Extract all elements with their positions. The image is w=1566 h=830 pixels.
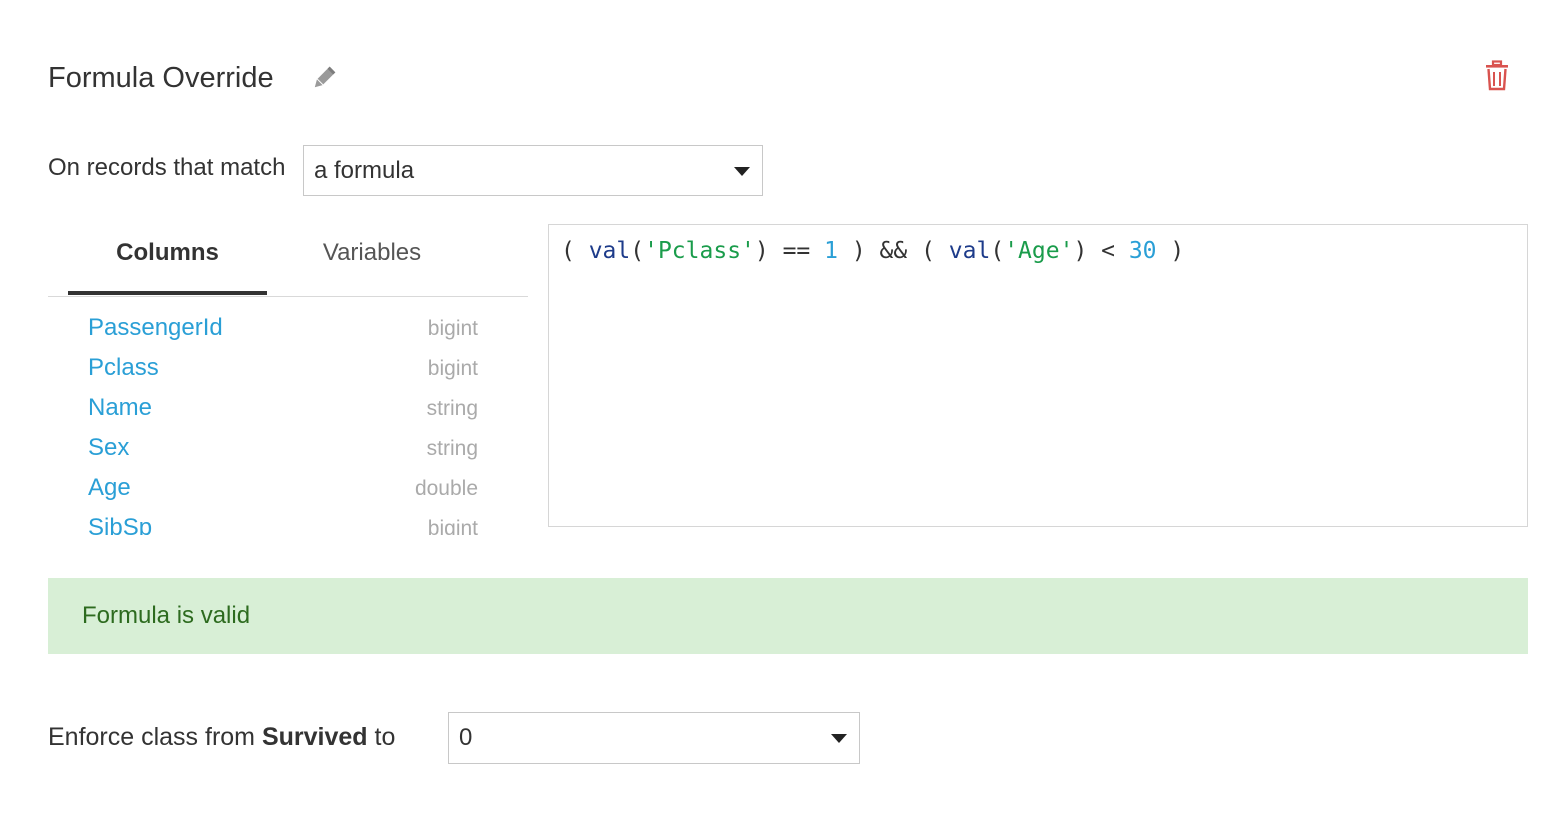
- enforce-column: Survived: [261, 723, 368, 751]
- code-token-num: 30: [1128, 238, 1157, 264]
- formula-override-panel: Formula Override On records that match a…: [0, 0, 1566, 830]
- code-token-num: 1: [824, 238, 838, 264]
- enforce-suffix: to: [367, 723, 396, 751]
- chevron-down-icon: [734, 166, 750, 176]
- page-title: Formula Override: [48, 62, 274, 94]
- enforce-label: Enforce class from Survived to: [48, 721, 395, 753]
- chevron-down-icon: [831, 734, 847, 743]
- column-type: string: [426, 437, 478, 460]
- list-item[interactable]: Pclass bigint: [48, 348, 528, 388]
- list-item[interactable]: Name string: [48, 388, 528, 428]
- formula-editor[interactable]: ( val('Pclass') == 1 ) && ( val('Age') <…: [548, 224, 1528, 527]
- trash-icon[interactable]: [1482, 60, 1512, 92]
- column-name[interactable]: Sex: [88, 432, 129, 464]
- enforce-class-select[interactable]: 0: [448, 712, 860, 764]
- column-name[interactable]: Pclass: [88, 352, 159, 384]
- list-item[interactable]: Sex string: [48, 428, 528, 468]
- column-list[interactable]: PassengerId bigint Pclass bigint Name st…: [48, 306, 528, 535]
- column-type: bigint: [427, 317, 478, 340]
- code-token-op: (: [561, 238, 589, 264]
- column-type: bigint: [427, 357, 478, 380]
- validation-banner: Formula is valid: [48, 578, 1528, 654]
- column-variable-tabs: Columns Variables: [48, 224, 528, 297]
- column-name[interactable]: PassengerId: [88, 312, 223, 344]
- formula-code[interactable]: ( val('Pclass') == 1 ) && ( val('Age') <…: [561, 235, 1184, 267]
- list-item[interactable]: SibSp bigint: [48, 508, 528, 535]
- validation-message: Formula is valid: [82, 602, 251, 629]
- code-token-op: (: [630, 238, 645, 264]
- column-name[interactable]: Age: [88, 472, 131, 504]
- pencil-icon[interactable]: [310, 64, 338, 92]
- column-type: bigint: [427, 517, 478, 535]
- code-token-fn: val: [948, 238, 991, 264]
- list-item[interactable]: Age double: [48, 468, 528, 508]
- code-token-str: 'Age': [1004, 238, 1074, 264]
- code-token-str: 'Pclass': [644, 238, 755, 264]
- match-label: On records that match: [48, 154, 286, 181]
- code-token-op: ) && (: [838, 238, 949, 264]
- match-mode-value: a formula: [314, 156, 415, 184]
- enforce-prefix: Enforce class from: [48, 723, 262, 751]
- tab-columns[interactable]: Columns: [68, 224, 267, 295]
- code-token-fn: val: [588, 238, 631, 264]
- code-token-op: (: [990, 238, 1005, 264]
- code-token-op: ): [1156, 238, 1185, 264]
- column-name[interactable]: SibSp: [88, 512, 152, 535]
- code-token-op: ) ==: [754, 238, 825, 264]
- code-token-op: ) <: [1073, 238, 1129, 264]
- column-type: string: [426, 397, 478, 420]
- enforce-class-value: 0: [459, 724, 473, 751]
- column-name[interactable]: Name: [88, 392, 152, 424]
- tab-variables[interactable]: Variables: [272, 224, 472, 294]
- list-item[interactable]: PassengerId bigint: [48, 308, 528, 348]
- match-mode-select[interactable]: a formula: [303, 145, 763, 196]
- column-type: double: [414, 477, 478, 500]
